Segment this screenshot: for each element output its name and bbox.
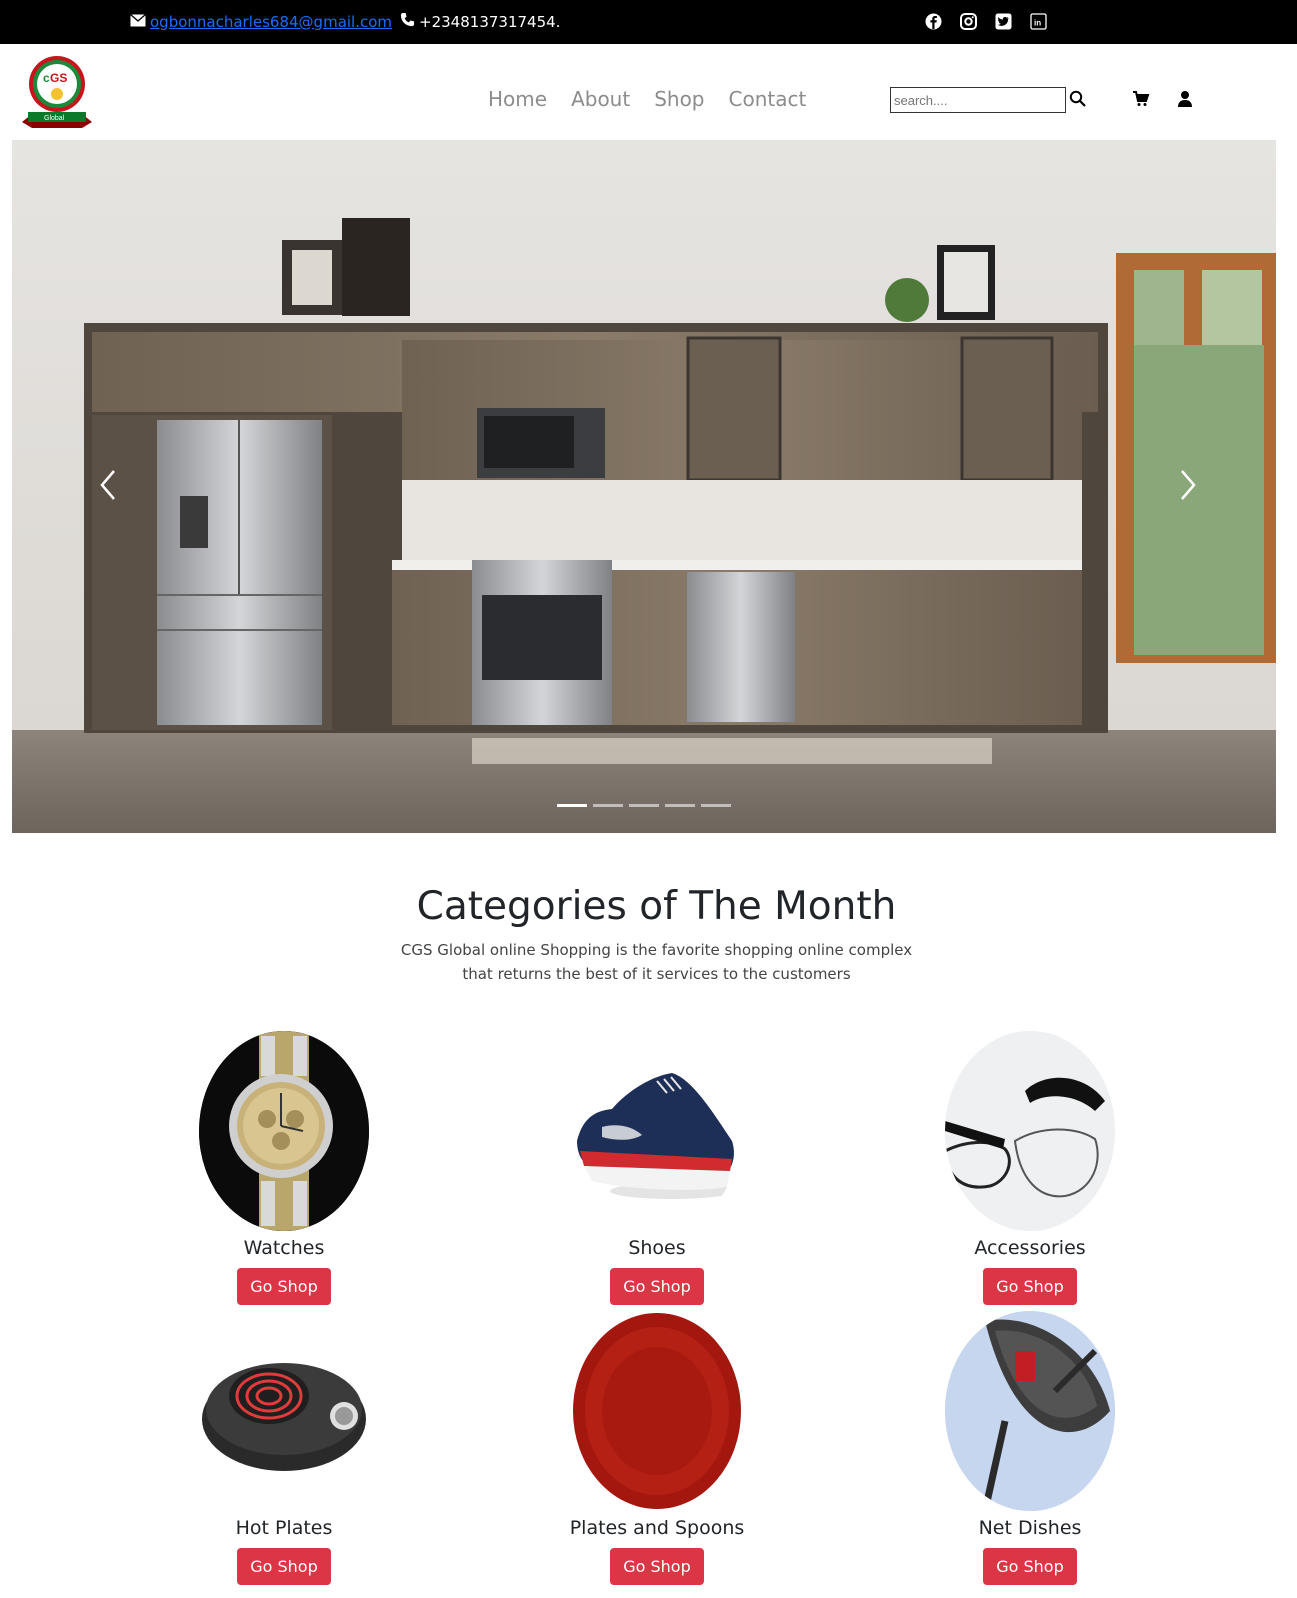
svg-text:GS: GS bbox=[50, 71, 67, 85]
twitter-icon[interactable] bbox=[995, 13, 1012, 30]
go-shop-button[interactable]: Go Shop bbox=[983, 1268, 1077, 1305]
svg-text:c: c bbox=[43, 71, 50, 85]
category-name: Accessories bbox=[974, 1237, 1086, 1259]
category-card-net-dishes: Net Dishes Go Shop bbox=[930, 1311, 1130, 1585]
nav-links: Home About Shop Contact bbox=[488, 87, 806, 111]
site-logo[interactable]: c GS Global bbox=[20, 52, 94, 128]
category-name: Plates and Spoons bbox=[569, 1517, 745, 1539]
envelope-icon bbox=[130, 13, 146, 31]
satellite-dish-image bbox=[945, 1311, 1115, 1511]
carousel-indicator[interactable] bbox=[629, 804, 659, 807]
category-name: Shoes bbox=[628, 1237, 686, 1259]
carousel-next-icon[interactable] bbox=[1172, 465, 1202, 505]
category-name: Net Dishes bbox=[978, 1517, 1082, 1539]
categories-subtitle: CGS Global online Shopping is the favori… bbox=[395, 938, 918, 986]
category-card-hot-plates: Hot Plates Go Shop bbox=[184, 1311, 384, 1585]
social-links: in bbox=[925, 13, 1047, 30]
plate-image bbox=[572, 1311, 742, 1511]
instagram-icon[interactable] bbox=[960, 13, 977, 30]
phone-icon bbox=[400, 12, 415, 31]
svg-text:Global: Global bbox=[44, 115, 65, 122]
linkedin-icon[interactable]: in bbox=[1030, 13, 1047, 30]
category-name: Watches bbox=[243, 1237, 325, 1259]
facebook-icon[interactable] bbox=[925, 13, 942, 30]
category-card-shoes: Shoes Go Shop bbox=[557, 1031, 757, 1305]
carousel-prev-icon[interactable] bbox=[94, 465, 124, 505]
nav-about[interactable]: About bbox=[571, 87, 630, 111]
svg-text:in: in bbox=[1034, 19, 1041, 28]
go-shop-button[interactable]: Go Shop bbox=[610, 1548, 704, 1585]
cart-icon[interactable] bbox=[1132, 90, 1152, 110]
search-input[interactable] bbox=[890, 87, 1066, 113]
category-card-accessories: Accessories Go Shop bbox=[930, 1031, 1130, 1305]
subtitle-line-1: CGS Global online Shopping is the favori… bbox=[400, 941, 913, 959]
go-shop-button[interactable]: Go Shop bbox=[237, 1268, 331, 1305]
go-shop-button[interactable]: Go Shop bbox=[983, 1548, 1077, 1585]
email-link[interactable]: ogbonnacharles684@gmail.com bbox=[150, 13, 392, 31]
carousel-indicator[interactable] bbox=[665, 804, 695, 807]
hot-plate-image bbox=[199, 1311, 369, 1511]
carousel-indicators bbox=[557, 804, 731, 807]
hero-carousel[interactable] bbox=[12, 140, 1276, 833]
carousel-indicator[interactable] bbox=[701, 804, 731, 807]
carousel-indicator[interactable] bbox=[593, 804, 623, 807]
nav-shop[interactable]: Shop bbox=[654, 87, 704, 111]
contact-info: ogbonnacharles684@gmail.com +23481373174… bbox=[130, 12, 560, 31]
top-contact-bar: ogbonnacharles684@gmail.com +23481373174… bbox=[0, 0, 1297, 44]
watch-image bbox=[199, 1031, 369, 1231]
go-shop-button[interactable]: Go Shop bbox=[610, 1268, 704, 1305]
carousel-indicator[interactable] bbox=[557, 804, 587, 807]
phone-number: +2348137317454. bbox=[419, 12, 561, 31]
go-shop-button[interactable]: Go Shop bbox=[237, 1548, 331, 1585]
category-name: Hot Plates bbox=[235, 1517, 333, 1539]
kitchen-hero-image bbox=[12, 140, 1276, 833]
glasses-image bbox=[945, 1031, 1115, 1231]
search-icon[interactable] bbox=[1069, 90, 1089, 110]
nav-home[interactable]: Home bbox=[488, 87, 547, 111]
categories-title: Categories of The Month bbox=[416, 884, 897, 929]
shoe-image bbox=[572, 1031, 742, 1231]
category-card-watches: Watches Go Shop bbox=[184, 1031, 384, 1305]
subtitle-line-2: that returns the best of it services to … bbox=[462, 965, 851, 983]
main-navbar: c GS Global Home About Shop Contact bbox=[0, 44, 1297, 140]
user-icon[interactable] bbox=[1176, 90, 1196, 110]
nav-contact[interactable]: Contact bbox=[729, 87, 807, 111]
category-card-plates-and-spoons: Plates and Spoons Go Shop bbox=[557, 1311, 757, 1585]
